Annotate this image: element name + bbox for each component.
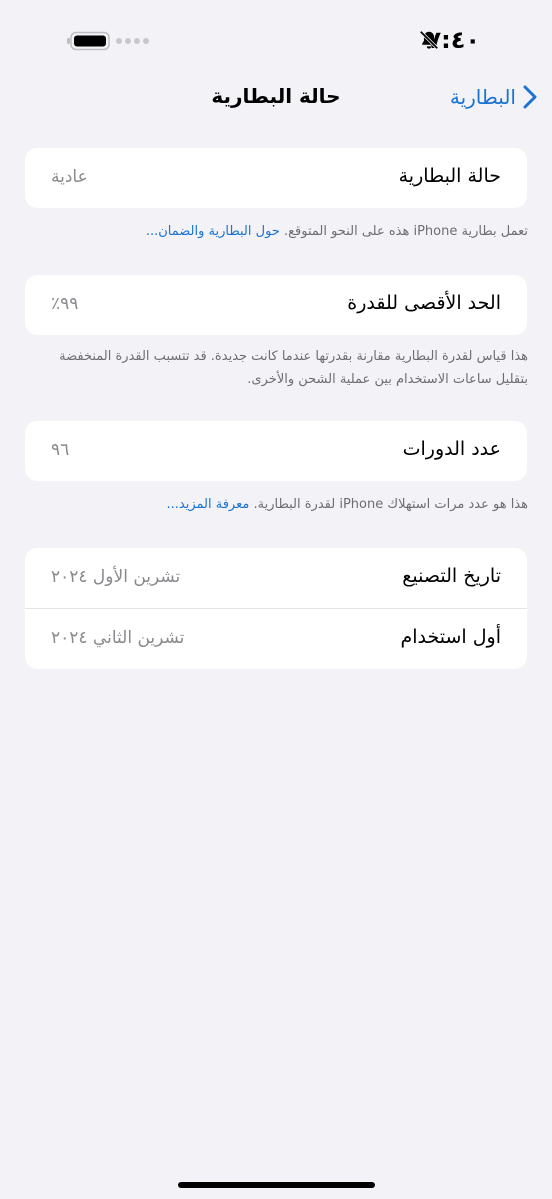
signal-dots xyxy=(116,38,149,44)
manufacture-date-label: تاريخ التصنيع xyxy=(402,565,501,587)
manufacture-date-row: تاريخ التصنيع تشرين الأول ٢٠٢٤ xyxy=(25,548,527,608)
cycle-count-label: عدد الدورات xyxy=(402,438,501,460)
first-use-label: أول استخدام xyxy=(400,626,501,648)
maximum-capacity-row: الحد الأقصى للقدرة ٩٩٪ xyxy=(25,275,527,335)
dates-card: تاريخ التصنيع تشرين الأول ٢٠٢٤ أول استخد… xyxy=(25,548,527,669)
page-title: حالة البطارية xyxy=(211,84,341,108)
cycle-count-footnote-text: هذا هو عدد مرات استهلاك iPhone لقدرة الب… xyxy=(253,497,528,512)
battery-health-value: عادية xyxy=(51,167,88,187)
first-use-row: أول استخدام تشرين الثاني ٢٠٢٤ xyxy=(25,609,527,669)
manufacture-date-value: تشرين الأول ٢٠٢٤ xyxy=(51,567,181,587)
bell-slash-icon xyxy=(419,30,439,50)
maximum-capacity-footnote: هذا قياس لقدرة البطارية مقارنة بقدرتها ع… xyxy=(59,349,528,387)
battery-health-label: حالة البطارية xyxy=(398,165,501,187)
maximum-capacity-label: الحد الأقصى للقدرة xyxy=(347,292,501,314)
battery-health-footnote: تعمل بطارية iPhone هذه على النحو المتوقع… xyxy=(46,220,528,243)
cycle-count-row: عدد الدورات ٩٦ xyxy=(25,421,527,481)
maximum-capacity-card: الحد الأقصى للقدرة ٩٩٪ xyxy=(25,275,527,335)
cycle-count-value: ٩٦ xyxy=(51,440,70,460)
battery-health-footnote-text: تعمل بطارية iPhone هذه على النحو المتوقع… xyxy=(283,224,528,239)
maximum-capacity-value: ٩٩٪ xyxy=(51,294,79,314)
cycle-count-card: عدد الدورات ٩٦ xyxy=(25,421,527,481)
battery-warranty-link[interactable]: حول البطارية والضمان... xyxy=(146,224,280,239)
learn-more-link[interactable]: معرفة المزيد... xyxy=(167,497,250,512)
cycle-count-footnote: هذا هو عدد مرات استهلاك iPhone لقدرة الب… xyxy=(46,493,528,516)
home-indicator[interactable] xyxy=(178,1182,375,1188)
first-use-value: تشرين الثاني ٢٠٢٤ xyxy=(51,628,185,648)
battery-health-row: حالة البطارية عادية xyxy=(25,148,527,208)
battery-icon xyxy=(67,31,110,51)
battery-health-card: حالة البطارية عادية xyxy=(25,148,527,208)
